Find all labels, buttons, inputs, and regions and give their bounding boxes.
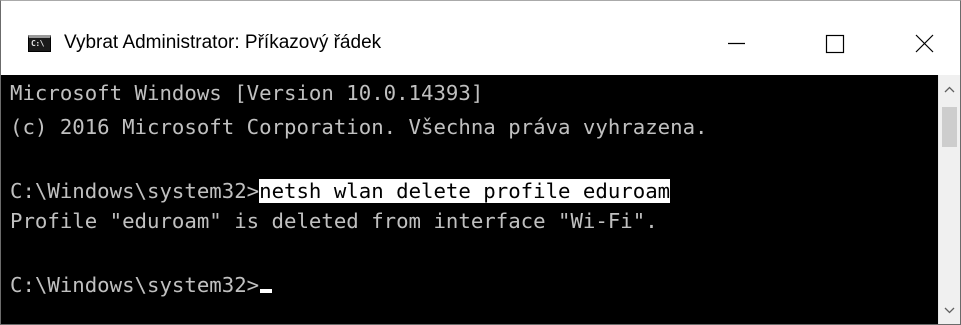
scroll-down-button[interactable] bbox=[939, 299, 960, 321]
chevron-up-icon bbox=[944, 86, 955, 93]
minimize-icon bbox=[728, 42, 745, 45]
console-line: Profile "eduroam" is deleted from interf… bbox=[10, 209, 658, 233]
console-icon-label: C:\ bbox=[31, 39, 44, 48]
console-line: (c) 2016 Microsoft Corporation. Všechna … bbox=[10, 115, 708, 139]
chevron-down-icon bbox=[944, 307, 955, 314]
scroll-thumb[interactable] bbox=[942, 107, 957, 147]
selected-command-text[interactable]: netsh wlan delete profile eduroam bbox=[259, 179, 671, 203]
console-app-icon[interactable]: C:\ bbox=[28, 35, 51, 52]
console-line: Microsoft Windows [Version 10.0.14393] bbox=[10, 81, 484, 105]
maximize-icon bbox=[825, 34, 845, 54]
text-cursor bbox=[260, 289, 273, 293]
prompt: C:\Windows\system32> bbox=[10, 273, 260, 297]
title-bar[interactable]: C:\ Vybrat Administrator: Příkazový řáde… bbox=[1, 1, 960, 75]
command-prompt-window: C:\ Vybrat Administrator: Příkazový řáde… bbox=[0, 0, 961, 325]
console-output[interactable]: Microsoft Windows [Version 10.0.14393] (… bbox=[1, 75, 938, 324]
close-button[interactable] bbox=[891, 23, 960, 63]
close-icon bbox=[915, 34, 934, 53]
minimize-button[interactable] bbox=[707, 23, 777, 63]
maximize-button[interactable] bbox=[803, 23, 873, 63]
scroll-up-button[interactable] bbox=[939, 79, 960, 101]
current-prompt-line[interactable]: C:\Windows\system32> bbox=[10, 271, 273, 299]
prompt: C:\Windows\system32> bbox=[10, 179, 260, 203]
window-title: Vybrat Administrator: Příkazový řádek bbox=[64, 32, 382, 53]
command-line: C:\Windows\system32>netsh wlan delete pr… bbox=[10, 177, 671, 205]
vertical-scrollbar[interactable] bbox=[938, 75, 960, 324]
